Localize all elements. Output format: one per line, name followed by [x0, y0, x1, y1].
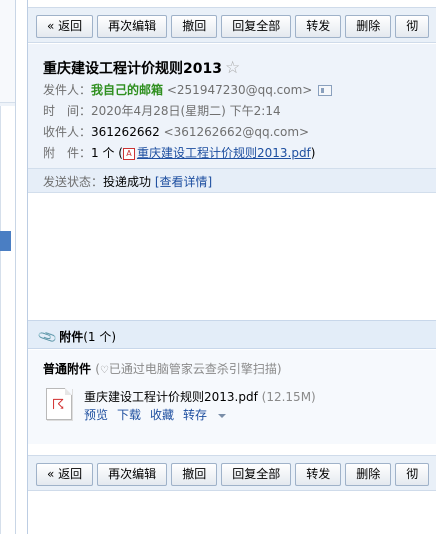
file-size: (12.15M)	[261, 390, 316, 404]
attachment-link[interactable]: 重庆建设工程计价规则2013.pdf	[137, 146, 311, 160]
left-nav-top	[0, 0, 15, 103]
status-label: 发送状态：	[43, 175, 104, 189]
contact-card-icon[interactable]	[318, 85, 333, 96]
time-value: 2020年4月28日(星期二) 下午2:14	[91, 104, 281, 118]
attachment-count: 1 个 (	[91, 146, 123, 160]
paperclip-icon: 📎	[37, 326, 59, 349]
save-to-text: 转存	[183, 408, 208, 422]
sender-row: 发件人：我自己的邮箱 <251947230@qq.com>	[43, 80, 436, 101]
attachments-count: (1 个)	[83, 330, 117, 344]
attachment-actions: 预览 下载 收藏 转存	[84, 406, 244, 423]
sender-email: <251947230@qq.com>	[166, 83, 313, 97]
normal-attachments-line: 普通附件 (♡已通过电脑管家云查杀引擎扫描)	[43, 360, 436, 380]
back-button-bottom[interactable]: « 返回	[36, 463, 94, 486]
acrobat-icon: ☈	[52, 397, 65, 413]
reply-all-button-bottom[interactable]: 回复全部	[221, 463, 292, 486]
left-nav-list	[0, 106, 15, 534]
recipient-email: <361262662@qq.com>	[163, 125, 310, 139]
page-corner	[65, 388, 72, 395]
reedit-button[interactable]: 再次编辑	[97, 15, 168, 38]
mail-header: 重庆建设工程计价规则2013 ☆ 发件人：我自己的邮箱 <251947230@qq…	[28, 44, 436, 168]
attachment-close-paren: )	[310, 146, 316, 160]
subject-text: 重庆建设工程计价规则2013	[43, 61, 222, 77]
pdf-icon: A	[122, 147, 135, 160]
attachments-header: 📎附件(1 个)	[28, 320, 436, 349]
attachment-file-name: 重庆建设工程计价规则2013.pdf (12.15M)	[84, 388, 316, 405]
sender-name[interactable]: 我自己的邮箱	[91, 83, 163, 97]
left-nav-selected-item[interactable]	[0, 231, 11, 251]
download-link[interactable]: 下载	[117, 408, 141, 422]
left-nav-panel	[0, 0, 16, 534]
delivery-status-bar: 发送状态：投递成功 [查看详情]	[28, 168, 436, 193]
favorite-link[interactable]: 收藏	[150, 408, 174, 422]
delete-button[interactable]: 删除	[345, 15, 392, 38]
save-to-link[interactable]: 转存	[183, 408, 235, 422]
pdf-file-icon[interactable]: ☈	[46, 388, 72, 420]
file-name-text: 重庆建设工程计价规则2013.pdf	[84, 390, 258, 404]
attachments-title: 附件	[59, 330, 84, 344]
recall-button-bottom[interactable]: 撤回	[171, 463, 218, 486]
recipient-label: 收件人：	[43, 125, 92, 139]
time-row: 时 间：2020年4月28日(星期二) 下午2:14	[43, 101, 436, 122]
chevron-down-icon	[218, 413, 227, 418]
more-button-bottom[interactable]: 彻	[395, 463, 430, 486]
top-toolbar: « 返回 再次编辑 撤回 回复全部 转发 删除彻	[28, 7, 436, 43]
scan-text: 已通过电脑管家云查杀引擎扫描)	[108, 362, 282, 376]
attachments-panel: 普通附件 (♡已通过电脑管家云查杀引擎扫描) ☈ 重庆建设工程计价规则2013.…	[28, 350, 436, 444]
time-label: 时 间：	[43, 104, 92, 118]
scan-note: (♡已通过电脑管家云查杀引擎扫描)	[95, 362, 281, 376]
attachment-row: 附 件：1 个 (A 重庆建设工程计价规则2013.pdf)	[43, 143, 436, 164]
recipient-row: 收件人：361262662 <361262662@qq.com>	[43, 122, 436, 143]
recall-button[interactable]: 撤回	[171, 15, 218, 38]
bottom-toolbar: « 返回 再次编辑 撤回 回复全部 转发 删除彻	[28, 455, 436, 491]
status-value: 投递成功	[103, 175, 152, 189]
view-details-link[interactable]: [查看详情]	[155, 175, 212, 189]
delete-button-bottom[interactable]: 删除	[345, 463, 392, 486]
attachment-label: 附 件：	[43, 146, 92, 160]
preview-link[interactable]: 预览	[84, 408, 108, 422]
bottom-blank-area	[28, 492, 436, 534]
attachment-item: ☈ 重庆建设工程计价规则2013.pdf (12.15M) 预览 下载 收藏 转存	[43, 386, 436, 436]
forward-button[interactable]: 转发	[295, 15, 342, 38]
shield-icon: ♡	[99, 365, 109, 376]
recipient-name[interactable]: 361262662	[91, 125, 160, 139]
reply-all-button[interactable]: 回复全部	[221, 15, 292, 38]
reedit-button-bottom[interactable]: 再次编辑	[97, 463, 168, 486]
back-button[interactable]: « 返回	[36, 15, 94, 38]
normal-attachments-label: 普通附件	[43, 362, 92, 376]
mail-subject: 重庆建设工程计价规则2013 ☆	[43, 58, 436, 80]
more-button[interactable]: 彻	[395, 15, 430, 38]
sender-label: 发件人：	[43, 83, 92, 97]
forward-button-bottom[interactable]: 转发	[295, 463, 342, 486]
star-icon[interactable]: ☆	[225, 58, 240, 78]
mail-body	[28, 194, 436, 320]
